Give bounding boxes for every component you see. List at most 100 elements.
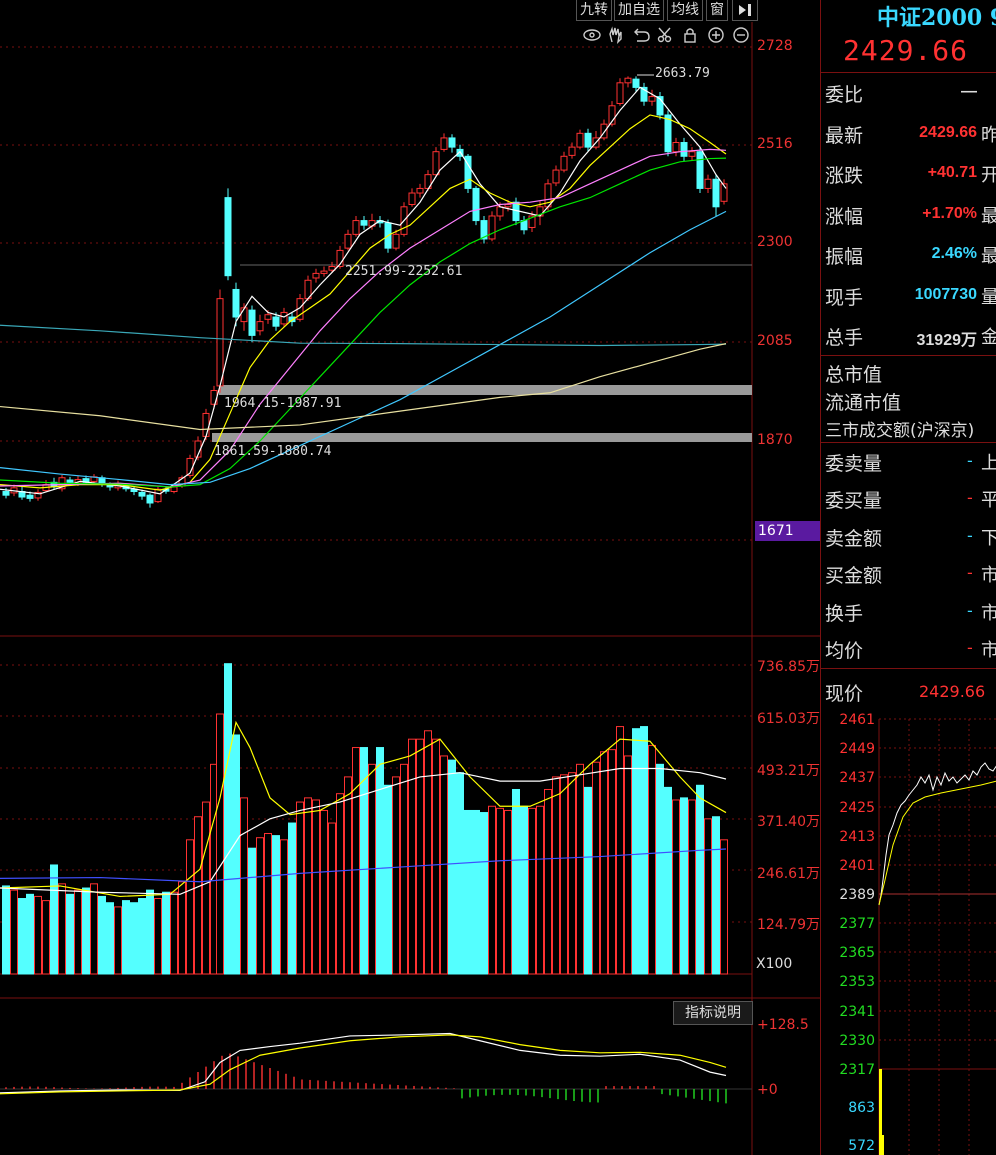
price-axis-label: 1870 [757, 432, 793, 448]
volume-bar [66, 893, 74, 975]
quote-row-value: — [961, 83, 977, 100]
quote-row-label: 涨幅 [825, 205, 864, 228]
volume-bar [312, 799, 320, 975]
indicator-help-button[interactable]: 指标说明 [673, 1001, 753, 1025]
candle-body [440, 137, 448, 150]
order-row-suffix: 市 [981, 561, 996, 587]
mini-volume-bar [882, 1135, 884, 1155]
quote-row-suffix: 最 [981, 242, 996, 268]
volume-bar [240, 797, 248, 975]
price-axis-label: 2516 [757, 136, 793, 152]
volume-bar [248, 847, 256, 975]
volume-axis-label: 493.21万 [757, 763, 820, 779]
volume-bar [2, 885, 10, 975]
volume-bar [42, 900, 50, 975]
candle-body [504, 204, 512, 208]
volume-bar [696, 784, 704, 975]
volume-bar [130, 902, 138, 975]
volume-bar [106, 902, 114, 975]
mini-axis-label: 2425 [839, 800, 875, 816]
mini-axis-label: 2365 [839, 945, 875, 961]
order-row-label: 卖金额 [825, 527, 883, 550]
volume-bar [504, 809, 512, 975]
price-axis-label: 2085 [757, 333, 793, 349]
volume-bar [90, 883, 98, 975]
candle-body [712, 178, 720, 208]
volume-bar [656, 763, 664, 975]
mini-avg-line [878, 780, 996, 906]
mini-axis-label: 2461 [839, 712, 875, 728]
candle-body [632, 78, 640, 88]
volume-bar [360, 747, 368, 975]
quote-row-suffix: 量 [981, 283, 996, 309]
high-label: 2663.79 [655, 66, 710, 81]
volume-bar [296, 801, 304, 975]
candle-body [664, 114, 672, 153]
quote-row-suffix: 昨 [981, 121, 996, 147]
volume-bar [376, 747, 384, 975]
order-row-suffix: 市 [981, 636, 996, 662]
volume-bar [280, 839, 288, 975]
quote-row-label: 现手 [825, 286, 864, 309]
volume-bar [664, 786, 672, 975]
ma60-line [0, 210, 727, 486]
volume-axis-label: 124.79万 [757, 917, 820, 933]
volume-bar [544, 788, 552, 975]
volume-bar [712, 816, 720, 975]
order-row-suffix: 下 [981, 524, 996, 550]
volume-bar [536, 805, 544, 975]
volume-bar [50, 864, 58, 975]
volume-bar [584, 786, 592, 975]
candle-body [584, 132, 592, 148]
quote-row-value: 2.46% [931, 245, 977, 262]
main-price: 2429.66 [843, 34, 969, 67]
candle-body [232, 288, 240, 318]
mini-axis-label: 2401 [839, 858, 875, 874]
ma5-line [0, 86, 727, 495]
dea-line [0, 1034, 727, 1095]
float-mcap-label: 流通市值 [825, 392, 902, 414]
kline-chart[interactable] [0, 0, 820, 1155]
volume-bar [170, 891, 178, 975]
volume-bar [688, 799, 696, 975]
volume-bar [352, 747, 360, 975]
candle-body [248, 309, 256, 336]
volume-bar [480, 812, 488, 975]
volume-unit: X100 [756, 956, 793, 972]
quote-row-suffix: 最 [981, 202, 996, 228]
candle-body [202, 412, 210, 437]
volume-axis-label: 371.40万 [757, 814, 820, 830]
quote-panel: 中证2000 9 2429.66 委比—最新2429.66昨涨跌+40.71开涨… [820, 0, 996, 1155]
volume-bar [10, 889, 18, 975]
volume-bar [704, 818, 712, 975]
volume-bar [496, 807, 504, 975]
quote-row-label: 涨跌 [825, 165, 864, 187]
gap-label: 1964.15-1987.91 [224, 396, 342, 411]
volume-bar [424, 730, 432, 975]
volume-bar [560, 774, 568, 975]
quote-row-value: +1.70% [922, 204, 977, 222]
candle-body [472, 187, 480, 222]
candle-body [568, 146, 576, 156]
volume-bar [472, 809, 480, 975]
volume-bar [74, 889, 82, 975]
intraday-mini-chart[interactable]: 2461 2449 2437 2425 2413 2401 2389 2377 2365 2353… [821, 705, 996, 1155]
volume-bar [146, 889, 154, 975]
candle-body [344, 233, 352, 249]
candle-body [256, 321, 264, 332]
now-price-label: 现价 [825, 683, 864, 705]
candle-body [352, 220, 360, 235]
volume-bar [456, 772, 464, 975]
mini-volume-bar [879, 1069, 882, 1155]
volume-bar [624, 755, 632, 975]
candle-body [560, 155, 568, 171]
candle-body [624, 77, 632, 84]
stock-chart-window: 九转 加自选 均线 窗 2728 2516 2300 2085 1870 167… [0, 0, 996, 1155]
volume-bar [304, 797, 312, 975]
volume-bar [488, 805, 496, 975]
volume-bar [680, 797, 688, 975]
volume-bar [272, 835, 280, 975]
volume-bar [632, 728, 640, 975]
candle-body [224, 197, 232, 277]
mini-axis-label: 2389 [839, 887, 875, 903]
